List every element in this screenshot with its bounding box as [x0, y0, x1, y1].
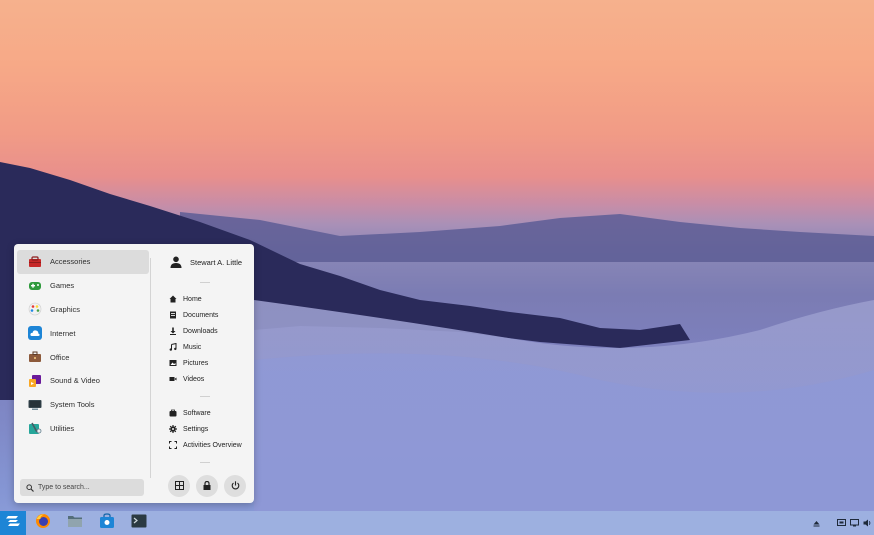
display-settings-button[interactable]	[168, 475, 190, 497]
place-pictures[interactable]: Pictures	[168, 356, 258, 370]
files-icon	[67, 514, 83, 533]
briefcase-icon	[28, 350, 42, 364]
place-music[interactable]: Music	[168, 340, 258, 354]
user-name: Stewart A. Little	[190, 257, 243, 267]
category-label: Accessories	[50, 257, 91, 267]
place-label: Home	[183, 295, 202, 303]
place-home[interactable]: Home	[168, 292, 258, 306]
search-icon	[26, 483, 34, 492]
category-label: Sound & Video	[50, 376, 100, 386]
category-system-tools[interactable]: System Tools	[17, 393, 149, 417]
category-games[interactable]: Games	[17, 274, 149, 298]
category-list: Accessories Games Graphics Internet Offi…	[17, 250, 149, 440]
settings-icon	[168, 425, 177, 434]
category-graphics[interactable]: Graphics	[17, 298, 149, 322]
toolbox-icon	[28, 255, 42, 269]
tray-display[interactable]	[849, 518, 859, 528]
taskbar	[0, 511, 874, 535]
gamepad-icon	[28, 279, 42, 293]
lock-icon	[203, 477, 211, 495]
place-label: Videos	[183, 375, 205, 383]
music-icon	[168, 343, 177, 352]
monitor-icon	[28, 398, 42, 412]
place-videos[interactable]: Videos	[168, 372, 258, 386]
user-icon	[170, 256, 182, 268]
system-label: Software	[183, 409, 211, 417]
system-activities-overview[interactable]: Activities Overview	[168, 438, 258, 452]
picture-icon	[168, 359, 177, 368]
category-utilities[interactable]: Utilities	[17, 417, 149, 441]
search-placeholder: Type to search...	[38, 484, 90, 491]
search-input[interactable]: Type to search...	[20, 479, 144, 496]
tray-screen[interactable]	[836, 518, 846, 528]
system-label: Settings	[183, 425, 209, 433]
category-office[interactable]: Office	[17, 345, 149, 369]
taskbar-software-store[interactable]	[99, 512, 115, 534]
place-label: Pictures	[183, 359, 209, 367]
place-label: Documents	[183, 311, 219, 319]
screen-icon	[836, 514, 846, 532]
category-label: Utilities	[50, 423, 75, 433]
category-label: Games	[50, 281, 75, 291]
firefox-icon	[35, 513, 51, 534]
display-settings-icon	[174, 477, 184, 495]
category-internet[interactable]: Internet	[17, 321, 149, 345]
download-icon	[168, 327, 177, 336]
tray-volume[interactable]	[862, 518, 872, 528]
eject-icon	[813, 514, 820, 532]
separator	[200, 462, 210, 463]
activities-icon	[168, 441, 177, 450]
taskbar-files[interactable]	[67, 515, 83, 531]
place-documents[interactable]: Documents	[168, 308, 258, 322]
system-label: Activities Overview	[183, 441, 242, 449]
place-label: Music	[183, 343, 202, 351]
media-icon	[28, 374, 42, 388]
start-menu-button[interactable]	[0, 511, 26, 535]
taskbar-firefox[interactable]	[35, 513, 51, 534]
category-sound-video[interactable]: Sound & Video	[17, 369, 149, 393]
terminal-icon	[131, 514, 147, 533]
taskbar-terminal[interactable]	[131, 514, 147, 533]
category-label: Internet	[50, 328, 76, 338]
zorin-logo-icon	[6, 514, 20, 532]
display-icon	[849, 514, 859, 532]
category-label: Graphics	[50, 304, 81, 314]
software-store-icon	[99, 512, 115, 534]
place-downloads[interactable]: Downloads	[168, 324, 258, 338]
software-icon	[168, 409, 177, 418]
document-icon	[168, 311, 177, 320]
home-icon	[168, 295, 177, 304]
volume-icon	[863, 514, 872, 532]
video-icon	[168, 375, 177, 384]
system-settings[interactable]: Settings	[168, 422, 258, 436]
palette-icon	[28, 302, 42, 316]
lock-button[interactable]	[196, 475, 218, 497]
category-label: Office	[50, 352, 70, 362]
tray-eject[interactable]	[811, 518, 821, 528]
power-icon	[231, 477, 240, 495]
menu-divider	[150, 258, 151, 478]
category-accessories[interactable]: Accessories	[17, 250, 149, 274]
utilities-icon	[28, 421, 42, 435]
place-label: Downloads	[183, 327, 218, 335]
application-menu: Accessories Games Graphics Internet Offi…	[14, 244, 254, 503]
power-button[interactable]	[224, 475, 246, 497]
user-account[interactable]: Stewart A. Little	[170, 256, 270, 268]
category-label: System Tools	[50, 400, 95, 410]
system-software[interactable]: Software	[168, 406, 258, 420]
separator	[200, 396, 210, 397]
cloud-icon	[28, 326, 42, 341]
separator	[200, 282, 210, 283]
